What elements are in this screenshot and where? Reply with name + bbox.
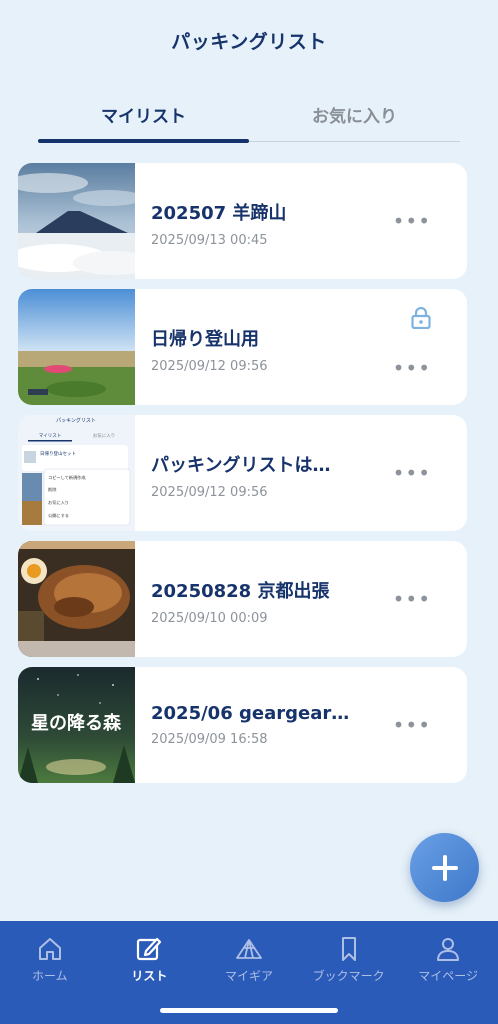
- tab-bar: マイリスト お気に入り: [38, 88, 460, 143]
- list-item-date: 2025/09/10 00:09: [151, 611, 268, 626]
- list-item[interactable]: 日帰り登山用 2025/09/12 09:56 •••: [18, 289, 467, 405]
- packing-list: 202507 羊蹄山 2025/09/13 00:45 ••• 日帰り登山用 2…: [18, 163, 468, 793]
- screenshot-icon: パッキングリスト マイリスト お気に入り 日帰り登山セット コピーして新規作成 …: [18, 415, 135, 531]
- poster-icon: 星の降る森: [18, 667, 135, 783]
- tab-my-list[interactable]: マイリスト: [38, 88, 249, 143]
- poster-thumbnail: 星の降る森: [18, 667, 135, 783]
- list-item[interactable]: 星の降る森 2025/06 geargear… 2025/09/09 16:58…: [18, 667, 467, 783]
- thumb-item: 日帰り登山セット: [40, 450, 76, 457]
- tab-favorites[interactable]: お気に入り: [249, 88, 460, 141]
- lock-icon: [411, 307, 431, 329]
- thumb-menu-favorite: お気に入り: [48, 499, 69, 506]
- bookmark-icon: [341, 937, 356, 961]
- tent-icon: [236, 939, 262, 959]
- person-icon: [437, 938, 460, 961]
- more-options-icon[interactable]: •••: [393, 463, 431, 483]
- field-thumbnail: [18, 289, 135, 405]
- header: パッキングリスト: [0, 0, 498, 80]
- plus-icon: [431, 854, 458, 881]
- more-options-icon[interactable]: •••: [393, 211, 431, 231]
- mountain-icon: [18, 163, 135, 279]
- tabbar-label: リスト: [131, 969, 168, 983]
- screenshot-thumbnail: パッキングリスト マイリスト お気に入り 日帰り登山セット コピーして新規作成 …: [18, 415, 135, 531]
- thumb-menu-copy: コピーして新規作成: [48, 474, 86, 481]
- thumb-menu-delete: 削除: [48, 486, 57, 492]
- list-item-title: 日帰り登山用: [151, 329, 259, 350]
- edit-icon: [137, 937, 162, 961]
- page-title: パッキングリスト: [171, 30, 327, 53]
- add-list-button[interactable]: [410, 833, 479, 902]
- thumb-tab2: お気に入り: [93, 432, 116, 439]
- thumb-tab1: マイリスト: [39, 433, 62, 439]
- tabbar-label: マイギア: [224, 969, 273, 983]
- tabbar-item-home[interactable]: ホーム: [0, 921, 100, 1024]
- tabbar-label: マイページ: [418, 969, 479, 983]
- home-icon: [38, 938, 61, 960]
- list-item-title: 202507 羊蹄山: [151, 203, 287, 224]
- tabbar-item-my-page[interactable]: マイページ: [398, 921, 498, 1024]
- more-options-icon[interactable]: •••: [393, 358, 431, 378]
- mountain-thumbnail: [18, 163, 135, 279]
- poster-title: 星の降る森: [31, 712, 122, 734]
- list-item[interactable]: 202507 羊蹄山 2025/09/13 00:45 •••: [18, 163, 467, 279]
- more-options-icon[interactable]: •••: [393, 715, 431, 735]
- list-item-title: パッキングリストは…: [151, 455, 331, 476]
- food-icon: [18, 541, 135, 657]
- list-item-date: 2025/09/12 09:56: [151, 485, 268, 500]
- field-icon: [18, 289, 135, 405]
- food-thumbnail: [18, 541, 135, 657]
- list-item-title: 2025/06 geargear…: [151, 703, 350, 724]
- thumb-title: パッキングリスト: [56, 417, 96, 424]
- home-indicator: [160, 1008, 338, 1013]
- list-item-date: 2025/09/13 00:45: [151, 233, 268, 248]
- list-item-title: 20250828 京都出張: [151, 581, 330, 602]
- list-item[interactable]: 20250828 京都出張 2025/09/10 00:09 •••: [18, 541, 467, 657]
- tabbar-label: ブックマーク: [312, 969, 385, 983]
- tabbar-label: ホーム: [31, 969, 68, 983]
- list-item[interactable]: パッキングリスト マイリスト お気に入り 日帰り登山セット コピーして新規作成 …: [18, 415, 467, 531]
- more-options-icon[interactable]: •••: [393, 589, 431, 609]
